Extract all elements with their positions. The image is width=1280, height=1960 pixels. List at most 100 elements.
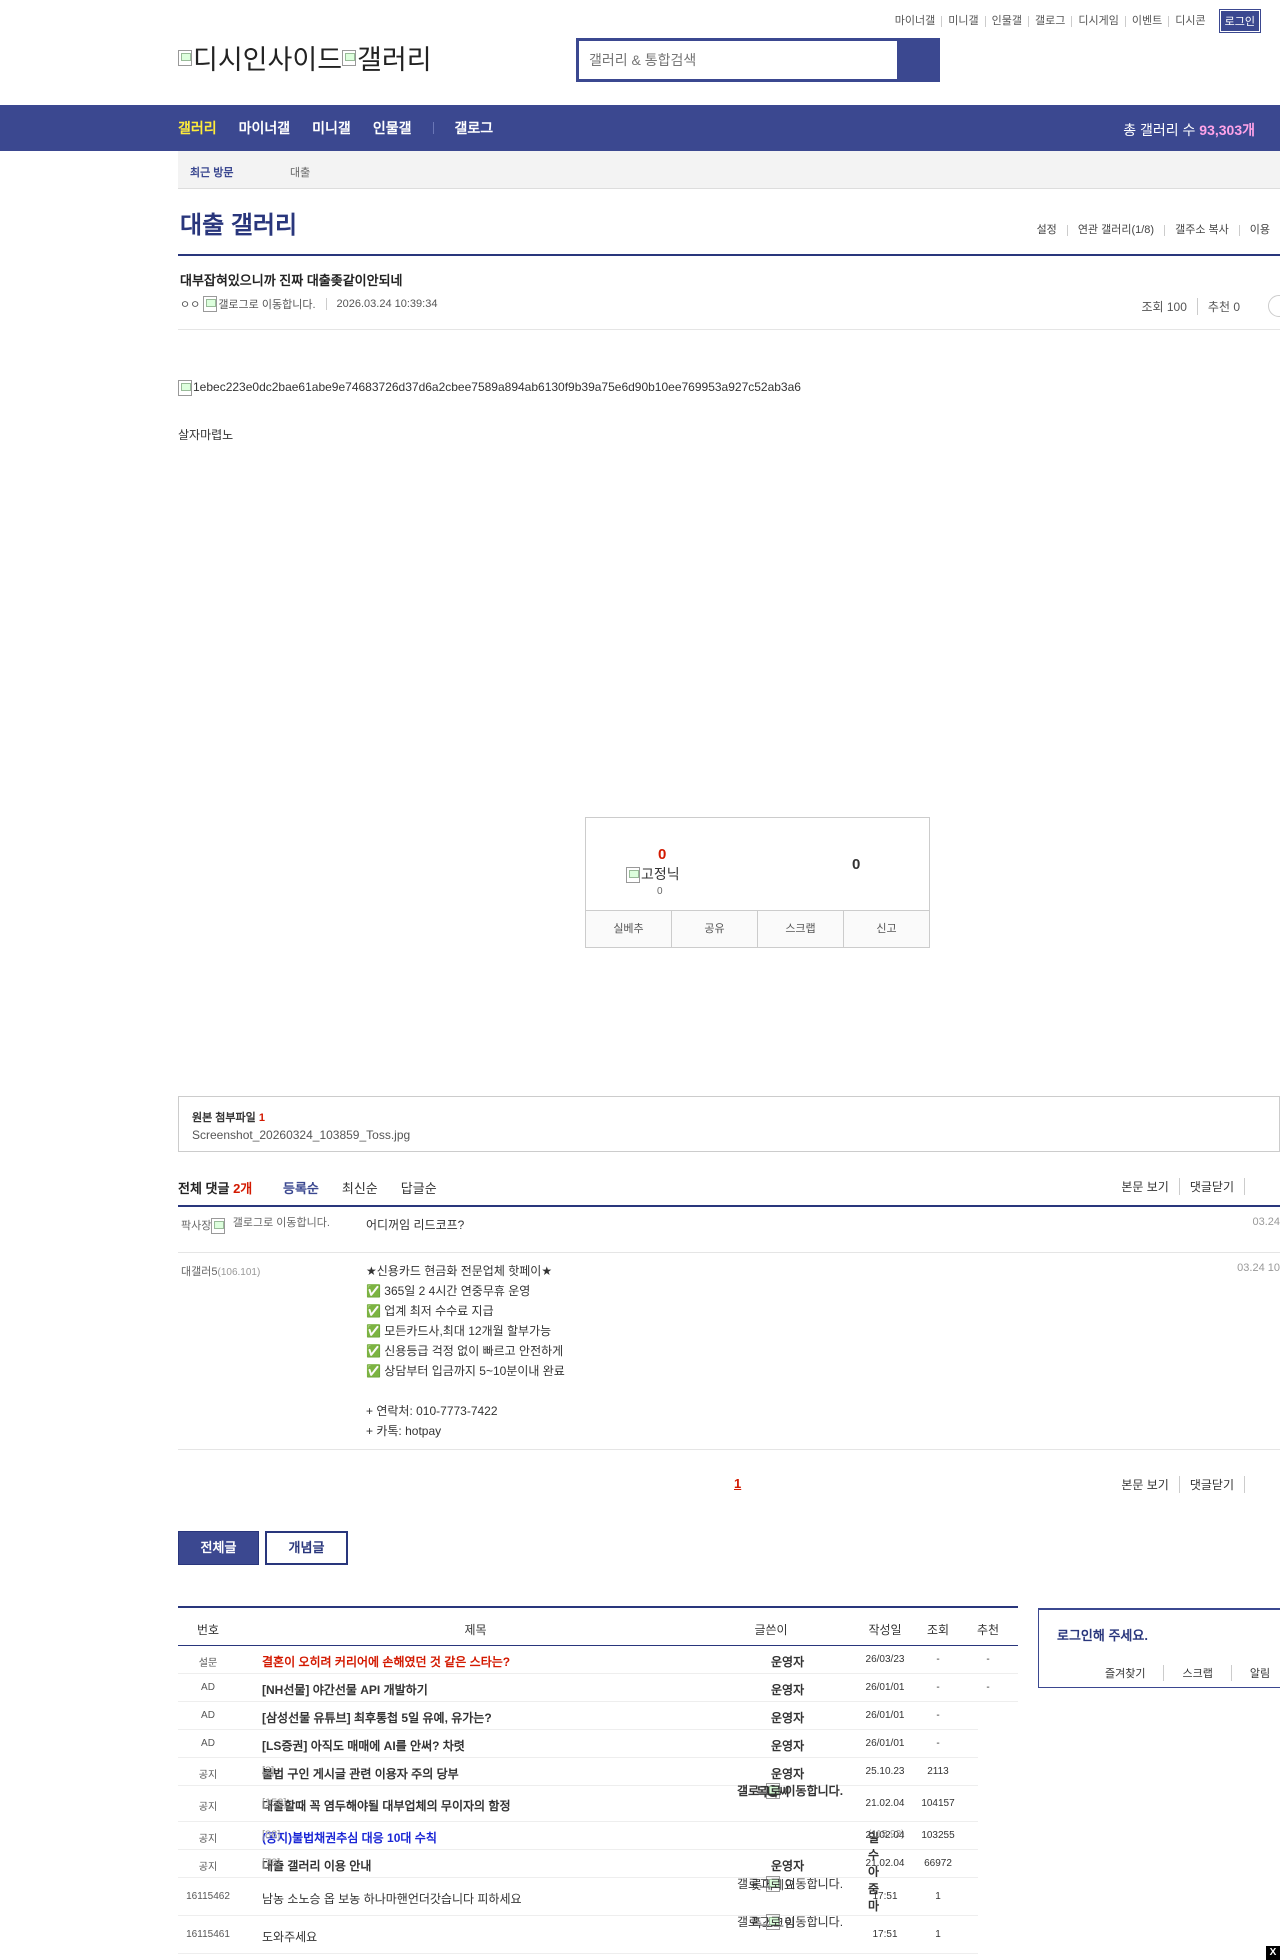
post-title-link[interactable]: 결혼이 오히려 커리어에 손해였던 것 같은 스타는? [262,1653,510,1670]
concept-posts-button[interactable]: 개념글 [265,1531,348,1565]
post-writer[interactable]: 운영자 [771,1681,804,1698]
post-date: 21.02.04 [865,1858,905,1869]
recent-item[interactable]: 대출 [290,164,310,180]
post-title-link[interactable]: [LS증권] 아직도 매매에 AI를 안써? 차렷 [262,1737,465,1754]
post-row[interactable]: AD [LS증권] 아직도 매매에 AI를 안써? 차렷 운영자 26/01/01 - [178,1730,978,1758]
header-views: 조회 [926,1623,950,1637]
writer-gallog-link[interactable]: 갤로그로 이동합니다. [737,1784,843,1799]
all-posts-button[interactable]: 전체글 [178,1531,259,1565]
attachment-file-link[interactable]: Screenshot_20260324_103859_Toss.jpg [192,1128,410,1142]
post-writer[interactable]: 운영자 [771,1765,804,1782]
post-row[interactable]: AD [NH선물] 야간선물 API 개발하기 운영자 26/01/01 - - [178,1674,1018,1702]
comment-line: + 연락처: 010-7773-7422 [366,1404,498,1418]
top-link-person[interactable]: 인물갤 [984,15,1028,27]
copy-address-link[interactable]: 갤주소 복사 [1164,225,1239,236]
post-title: 대부잡혀있으니까 진짜 대출좆같이안되네 [180,273,403,288]
close-icon[interactable]: X [1266,1946,1280,1960]
post-row[interactable]: 공지 불법 구인 게시글 관련 이용자 주의 당부 [2] 운영자 25.10.23 2… [178,1758,978,1786]
post-title-link[interactable]: [삼성선물 유튜브] 최후통첩 5일 유예, 유가는? [262,1709,492,1726]
notifications-link[interactable]: 알림 [1230,1665,1280,1681]
nav-divider [433,122,435,134]
usage-link[interactable]: 이용 [1238,225,1280,236]
post-writer[interactable]: 운영자 [771,1737,804,1754]
view-post-link[interactable]: 본문 보기 [1111,1476,1179,1493]
report-button[interactable]: 신고 [843,911,929,947]
reply-count[interactable]: [78] [262,1857,280,1869]
post-option-button[interactable] [1268,295,1280,317]
writer-gallog-link[interactable]: 갤로그로 이동합니다. [737,1915,843,1930]
comment-gallog-link[interactable]: 갤로그로 이동합니다. [226,1217,336,1229]
scrap-button[interactable]: 스크랩 [757,911,843,947]
main-nav: 갤러리 마이너갤 미니갤 인물갤 갤로그 총 갤러리 수 93,303개 [0,105,1280,151]
search-input[interactable] [579,41,897,79]
post-row[interactable]: AD [삼성선물 유튜브] 최후통첩 5일 유예, 유가는? 운영자 26/01/01… [178,1702,978,1730]
broken-image-icon [178,49,192,66]
nav-mini[interactable]: 미니갤 [312,118,351,138]
sort-latest[interactable]: 최신순 [342,1178,378,1197]
comment-blank-line [366,1381,565,1401]
post-recommends: - [986,1654,990,1665]
post-image[interactable]: 1ebec223e0dc2bae61abe9e74683726d37d6a2cb… [178,380,801,396]
related-gallery-link[interactable]: 연관 갤러리(1/8) [1066,225,1164,236]
page-1-link[interactable]: 1 [734,1476,741,1491]
top-link-event[interactable]: 이벤트 [1124,15,1168,27]
post-row[interactable]: 16115461 도와주세요 폭스크림 갤로그로 이동합니다. 17:51 1 [178,1914,978,1954]
post-number: AD [201,1710,215,1721]
post-row[interactable]: 공지 (공지)불법채권추심 대응 10대 수칙 [88] 일수아줌마 (115.92… [178,1822,978,1913]
share-button[interactable]: 공유 [671,911,757,947]
login-prompt[interactable]: 로그인해 주세요. [1057,1625,1148,1644]
post-date: 26/01/01 [865,1682,905,1693]
top-link-minor[interactable]: 마이너갤 [889,15,941,27]
post-title-link[interactable]: 도와주세요 [262,1928,317,1945]
post-writer[interactable]: 운영자 [771,1857,804,1874]
post-author[interactable]: ㅇㅇ [180,296,200,312]
nav-gallog[interactable]: 갤로그 [454,118,493,138]
post-writer[interactable]: 운영자 [771,1709,804,1726]
comment-nick[interactable]: 대갤러5(106.101) [181,1263,260,1279]
post-views: 66972 [924,1858,952,1869]
gallery-title[interactable]: 대출 갤러리 [180,205,297,240]
comment-line: ★신용카드 현금화 전문업체 핫페이★ [366,1264,553,1278]
favorites-link[interactable]: 즐겨찾기 [1087,1665,1163,1681]
post-title-link[interactable]: [NH선물] 야간선물 API 개발하기 [262,1681,428,1698]
logo-text-gallery: 갤러리 [357,45,432,75]
nav-person[interactable]: 인물갤 [373,118,412,138]
post-writer[interactable]: 운영자 [771,1653,804,1670]
post-title-link[interactable]: 대출할때 꼭 염두해야될 대부업체의 무이자의 함정 [262,1797,511,1814]
top-link-dccon[interactable]: 디시콘 [1168,15,1211,27]
reply-count[interactable]: [2] [262,1765,274,1777]
post-row[interactable]: 공지대출할때 꼭 염두해야될 대부업체의 무이자의 함정 [158]목화씨갤로그… [178,1783,978,1822]
post-title-link[interactable]: 불법 구인 게시글 관련 이용자 주의 당부 [262,1765,459,1782]
scrap-link[interactable]: 스크랩 [1163,1665,1230,1681]
post-views: - [936,1654,940,1665]
reply-count[interactable]: [158] [262,1797,286,1809]
best-recommend-button[interactable]: 실베추 [586,911,671,947]
top-link-gallog[interactable]: 갤로그 [1028,15,1071,27]
close-comments-link[interactable]: 댓글닫기 [1178,1476,1244,1493]
login-button[interactable]: 로그인 [1218,9,1262,33]
settings-link[interactable]: 설정 [1027,225,1067,236]
nav-minor[interactable]: 마이너갤 [239,118,291,138]
sort-replies[interactable]: 답글순 [401,1178,437,1197]
comment-ip: (106.101) [217,1267,261,1278]
site-logo[interactable]: 디시인사이드 갤러리 [178,38,432,77]
comment-line: ✅ 신용등급 걱정 없이 빠르고 안전하게 [366,1344,564,1358]
sort-registered[interactable]: 등록순 [283,1178,319,1197]
post-title-link[interactable]: 남농 소노승 옵 보농 하나마핸언더갓습니다 피하세요 [262,1890,522,1907]
top-link-dcgame[interactable]: 디시게임 [1071,15,1124,27]
post-title-link[interactable]: (공지)불법채권추심 대응 10대 수칙 [262,1829,437,1846]
reply-count[interactable]: [88] [262,1829,280,1841]
author-gallog-link[interactable]: 갤로그로 이동합니다. [218,296,315,312]
view-post-link[interactable]: 본문 보기 [1111,1178,1179,1195]
post-row[interactable]: 설문 결혼이 오히려 커리어에 손해였던 것 같은 스타는? 운영자 26/03/23… [178,1646,1018,1674]
comment-nick[interactable]: 팍사장 갤로그로 이동합니다. [181,1217,336,1235]
nav-gallery[interactable]: 갤러리 [178,118,217,138]
post-date: 21.02.04 [865,1830,905,1841]
post-row[interactable]: 16115462 남농 소노승 옵 보농 하나마핸언더갓습니다 피하세요 롯데에요 갤… [178,1876,978,1916]
post-row[interactable]: 공지 대출 갤러리 이용 안내 [78] 운영자 21.02.04 66972 [178,1850,978,1878]
post-image-alt: 1ebec223e0dc2bae61abe9e74683726d37d6a2cb… [193,380,801,395]
close-comments-link[interactable]: 댓글닫기 [1178,1178,1244,1195]
writer-gallog-link[interactable]: 갤로그로 이동합니다. [737,1877,843,1892]
search-button[interactable] [898,38,940,82]
top-link-mini[interactable]: 미니갤 [941,15,984,27]
